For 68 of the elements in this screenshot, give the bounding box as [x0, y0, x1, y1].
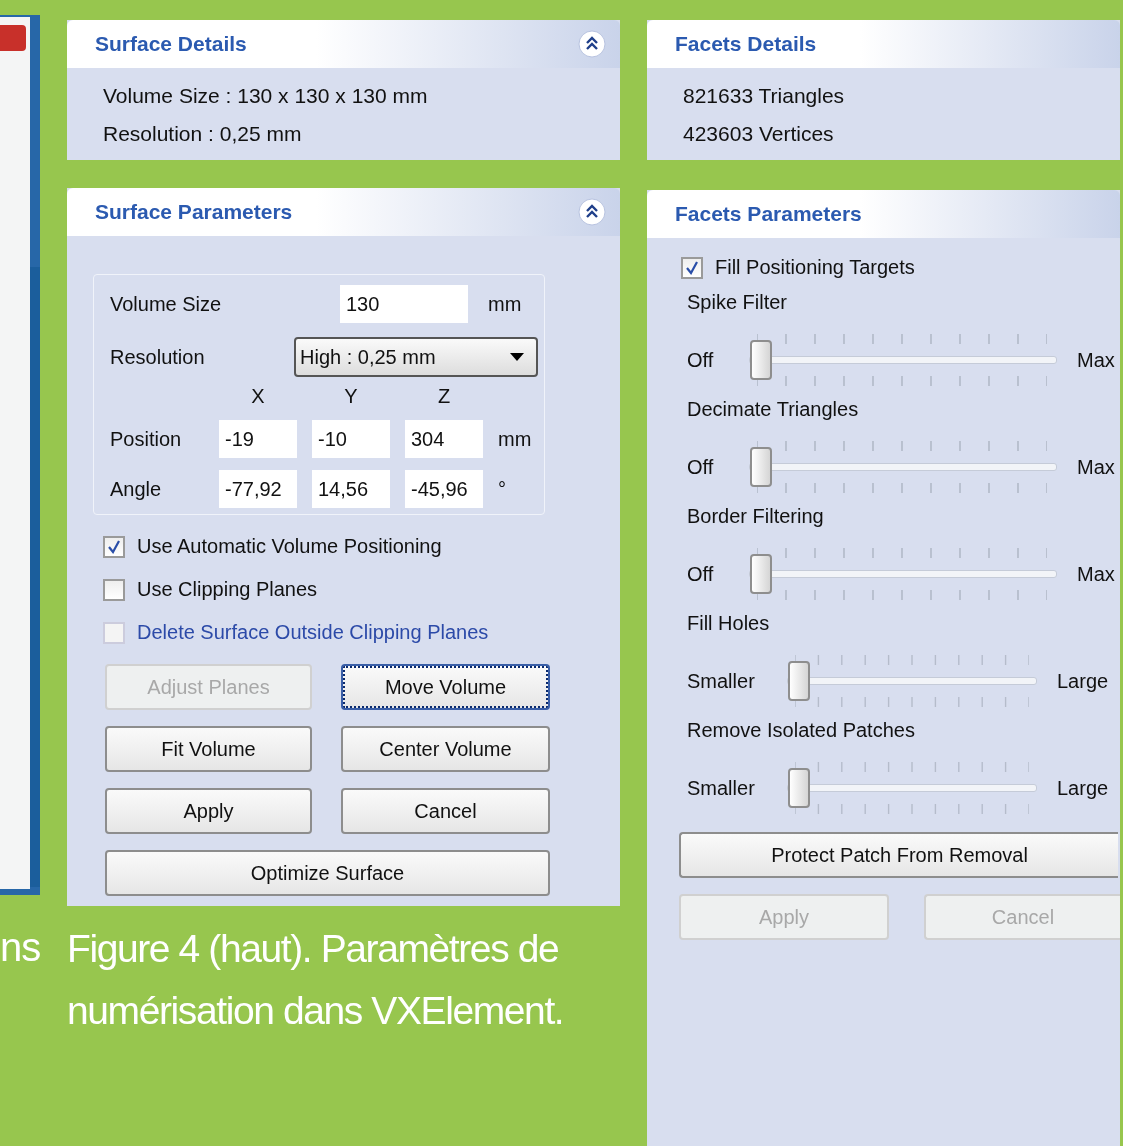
checkbox-label: Delete Surface Outside Clipping Planes	[137, 621, 489, 644]
action-button[interactable]: Cancel	[341, 788, 550, 834]
coordinate-field[interactable]: -45,96	[405, 470, 483, 508]
slider-thumb[interactable]	[788, 661, 810, 701]
detail-text: Resolution : 0,25 mm	[103, 122, 303, 146]
checkbox-label: Fill Positioning Targets	[715, 256, 915, 279]
panel-title: Facets Parameters	[675, 202, 862, 226]
slider-max-label: Max	[1077, 455, 1116, 479]
slider-min-label: Off	[687, 455, 715, 479]
resolution-dropdown[interactable]: High : 0,25 mm	[294, 337, 538, 377]
action-button[interactable]: Apply	[105, 788, 312, 834]
slider-label: Fill Holes	[687, 612, 771, 635]
slider-thumb[interactable]	[750, 554, 772, 594]
slider-min-label: Off	[687, 348, 715, 372]
slider-thumb[interactable]	[750, 447, 772, 487]
volume-size-field[interactable]: 130	[340, 285, 468, 323]
unit-label: °	[498, 477, 507, 501]
panel-title: Surface Parameters	[95, 200, 293, 224]
action-button[interactable]: Fit Volume	[105, 726, 312, 772]
collapse-icon[interactable]	[578, 30, 606, 58]
coordinate-field[interactable]: 14,56	[312, 470, 390, 508]
coordinate-field[interactable]: 304	[405, 420, 483, 458]
slider-min-label: Smaller	[687, 669, 756, 693]
action-button[interactable]: Move Volume	[341, 664, 550, 710]
coordinate-field[interactable]: -77,92	[219, 470, 297, 508]
collapse-icon[interactable]	[578, 198, 606, 226]
figure-caption: Figure 4 (haut). Paramètres de numérisation dans VXElement.	[67, 926, 565, 1034]
dropdown-arrow-icon	[510, 353, 524, 361]
check-icon	[106, 538, 122, 555]
slider-thumb[interactable]	[750, 340, 772, 380]
protect-patch-button[interactable]: Protect Patch From Removal	[679, 832, 1118, 878]
slider-min-label: Smaller	[687, 776, 756, 800]
checkbox-label: Use Automatic Volume Positioning	[137, 535, 442, 558]
slider-max-label: Large	[1057, 776, 1110, 800]
checkbox[interactable]	[103, 578, 125, 601]
detail-text: 821633 Triangles	[683, 84, 846, 108]
slider-min-label: Off	[687, 562, 715, 586]
field-label: Resolution	[110, 345, 205, 369]
slider-label: Border Filtering	[687, 505, 825, 528]
checkbox-label: Use Clipping Planes	[137, 578, 318, 601]
slider-thumb[interactable]	[788, 768, 810, 808]
detail-text: Volume Size : 130 x 130 x 130 mm	[103, 84, 429, 108]
panel-title: Facets Details	[675, 32, 817, 56]
optimize-surface-button[interactable]: Optimize Surface	[105, 850, 550, 896]
check-icon	[684, 259, 700, 276]
axis-label: X	[250, 385, 266, 408]
checkbox[interactable]	[681, 256, 703, 279]
caption-fragment: ns	[0, 925, 40, 970]
slider-label: Spike Filter	[687, 291, 789, 314]
unit-label: mm	[498, 427, 533, 451]
scrollbar[interactable]	[30, 267, 40, 887]
field-label: Volume Size	[110, 292, 223, 316]
axis-label: Y	[343, 385, 359, 408]
slider-max-label: Max	[1077, 348, 1116, 372]
field-label: Angle	[110, 477, 163, 501]
slider-max-label: Large	[1057, 669, 1110, 693]
detail-text: 423603 Vertices	[683, 122, 835, 146]
slider-max-label: Max	[1077, 562, 1116, 586]
panel-title: Surface Details	[95, 32, 247, 56]
slider-label: Decimate Triangles	[687, 398, 860, 421]
coordinate-field[interactable]: -19	[219, 420, 297, 458]
slider-label: Remove Isolated Patches	[687, 719, 916, 742]
action-button[interactable]: Center Volume	[341, 726, 550, 772]
coordinate-field[interactable]: -10	[312, 420, 390, 458]
checkbox[interactable]	[103, 535, 125, 558]
unit-label: mm	[488, 292, 523, 316]
field-label: Position	[110, 427, 183, 451]
axis-label: Z	[436, 385, 452, 408]
